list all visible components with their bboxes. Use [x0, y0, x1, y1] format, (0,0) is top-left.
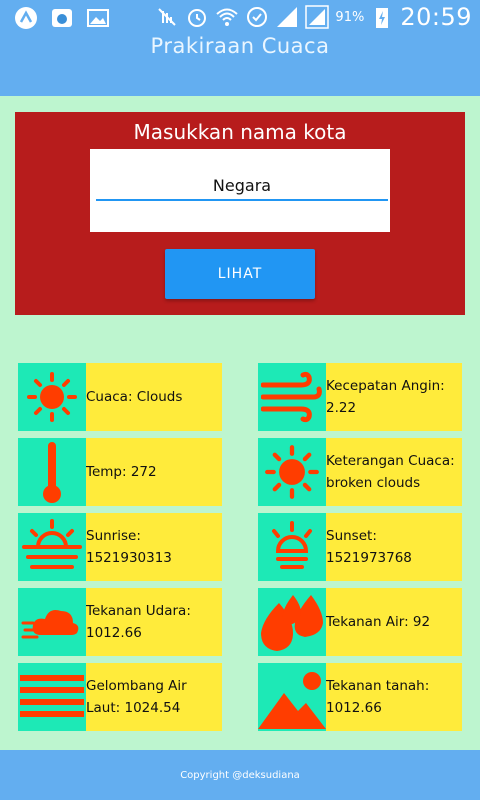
- sync-icon: [247, 7, 268, 27]
- sun-icon: [265, 445, 319, 499]
- windy-cloud-icon: [21, 610, 79, 639]
- sunrise-tile: Sunrise: 1521930313: [18, 513, 222, 581]
- copyright-text: Copyright @deksudiana: [180, 769, 300, 781]
- temp-tile: Temp: 272: [18, 438, 222, 506]
- description-tile: Keterangan Cuaca: broken clouds: [258, 438, 462, 506]
- gallery-icon: [87, 9, 109, 27]
- humidity-text: Tekanan Air: 92: [326, 588, 462, 656]
- temp-text: Temp: 272: [86, 438, 222, 506]
- ground-level-text: Tekanan tanah: 1012.66: [326, 663, 462, 731]
- water-drops-icon: [261, 595, 323, 651]
- city-input-card: Masukkan nama kota LIHAT: [15, 112, 465, 315]
- battery-charging-icon: [376, 8, 389, 28]
- wind-tile: Kecepatan Angin: 2.22: [258, 363, 462, 431]
- waves-icon: [20, 675, 84, 717]
- browser-icon: [52, 9, 72, 27]
- landscape-icon: [258, 672, 326, 729]
- sunset-tile: Sunset: 1521973768: [258, 513, 462, 581]
- app-launcher-icon: [15, 7, 37, 29]
- pressure-text: Tekanan Udara: 1012.66: [86, 588, 222, 656]
- wind-icon: [261, 371, 322, 423]
- sunset-text: Sunset: 1521973768: [326, 513, 462, 581]
- mute-icon: [158, 8, 177, 26]
- weather-tile: Cuaca: Clouds: [18, 363, 222, 431]
- sunset-icon: [272, 521, 312, 569]
- signal-icon: [277, 7, 298, 27]
- wind-text: Kecepatan Angin: 2.22: [326, 363, 462, 431]
- ground-level-tile: Tekanan tanah: 1012.66: [258, 663, 462, 731]
- city-input-label: Masukkan nama kota: [133, 120, 347, 144]
- city-input-container: [90, 149, 390, 232]
- signal-icon: [305, 5, 330, 29]
- sea-level-text: Gelombang Air Laut: 1024.54: [86, 663, 222, 731]
- view-button[interactable]: LIHAT: [165, 249, 315, 299]
- city-input[interactable]: [96, 171, 388, 201]
- sea-level-tile: Gelombang Air Laut: 1024.54: [18, 663, 222, 731]
- wifi-icon: [216, 8, 239, 26]
- sunrise-text: Sunrise: 1521930313: [86, 513, 222, 581]
- sun-icon: [27, 372, 77, 422]
- sunrise-icon: [22, 519, 82, 569]
- weather-text: Cuaca: Clouds: [86, 363, 222, 431]
- alarm-icon: [188, 9, 207, 27]
- app-title: Prakiraan Cuaca: [150, 34, 330, 58]
- footer: Copyright @deksudiana: [0, 750, 480, 800]
- humidity-tile: Tekanan Air: 92: [258, 588, 462, 656]
- description-text: Keterangan Cuaca: broken clouds: [326, 438, 462, 506]
- thermometer-icon: [43, 442, 61, 503]
- battery-percent: 91%: [335, 9, 365, 25]
- pressure-tile: Tekanan Udara: 1012.66: [18, 588, 222, 656]
- app-bar: 91% 20:59 Prakiraan Cuaca: [0, 0, 480, 96]
- status-bar: 91% 20:59: [0, 0, 480, 36]
- status-clock: 20:59: [400, 3, 472, 31]
